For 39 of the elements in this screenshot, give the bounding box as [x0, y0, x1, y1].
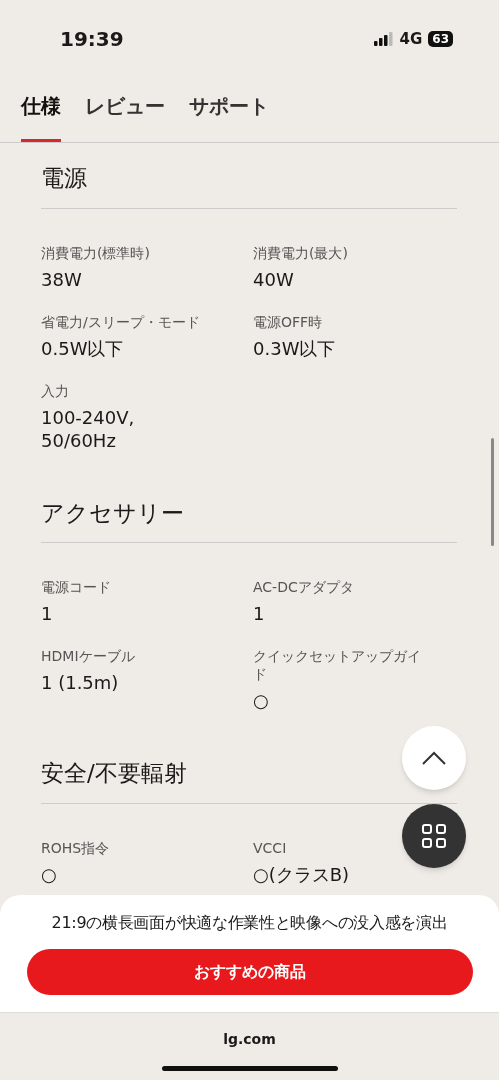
clock-time: 19:39 — [60, 26, 124, 53]
tab[interactable]: サポート — [189, 91, 269, 142]
chevron-up-icon — [422, 751, 446, 765]
network-type: 4G — [399, 28, 423, 50]
spec-value: 0.5W以下 — [41, 336, 124, 360]
spec-value: 100-240V, 50/60Hz — [41, 405, 135, 452]
section-heading: 電源 — [41, 161, 457, 209]
recommended-products-button[interactable]: おすすめの商品 — [26, 949, 473, 995]
spec-label: 消費電力(最大) — [253, 243, 348, 262]
spec-value: 40W — [253, 267, 294, 291]
spec-value: ○ — [41, 862, 57, 886]
spec-value: 0.3W以下 — [253, 336, 336, 360]
tab[interactable]: レビュー — [85, 91, 165, 142]
spec-label: HDMIケーブル — [41, 647, 135, 665]
menu-button[interactable] — [402, 804, 466, 868]
spec-value: 1 — [41, 602, 53, 625]
address-bar-url[interactable]: lg.com — [223, 1029, 276, 1050]
scroll-up-button[interactable] — [402, 726, 466, 790]
section-heading: アクセサリー — [41, 495, 457, 543]
spec-label: 電源OFF時 — [253, 312, 323, 331]
spec-label: VCCI — [253, 838, 287, 857]
spec-value: 1 — [253, 602, 265, 625]
battery-indicator: 63 — [428, 31, 453, 47]
spec-value: ○ — [253, 689, 269, 712]
spec-value: 1 (1.5m) — [41, 671, 119, 694]
spec-label: 省電力/スリープ・モード — [41, 312, 200, 331]
scrollbar[interactable] — [491, 438, 494, 546]
spec-label: AC-DCアダプタ — [253, 578, 354, 596]
grid-icon — [422, 824, 446, 848]
spec-value: ○(クラスB) — [253, 862, 350, 886]
promo-text: 21:9の横長画面が快適な作業性と映像への没入感を演出 — [51, 912, 448, 934]
signal-icon — [373, 32, 394, 46]
spec-label: 電源コード — [41, 578, 111, 596]
spec-value: 38W — [41, 267, 82, 291]
spec-label: 消費電力(標準時) — [41, 243, 150, 262]
tab[interactable]: 仕様 — [21, 91, 61, 142]
spec-label: 入力 — [41, 381, 69, 400]
spec-label: ROHS指令 — [41, 838, 110, 857]
spec-label: クイックセットアップガイド — [253, 647, 422, 683]
